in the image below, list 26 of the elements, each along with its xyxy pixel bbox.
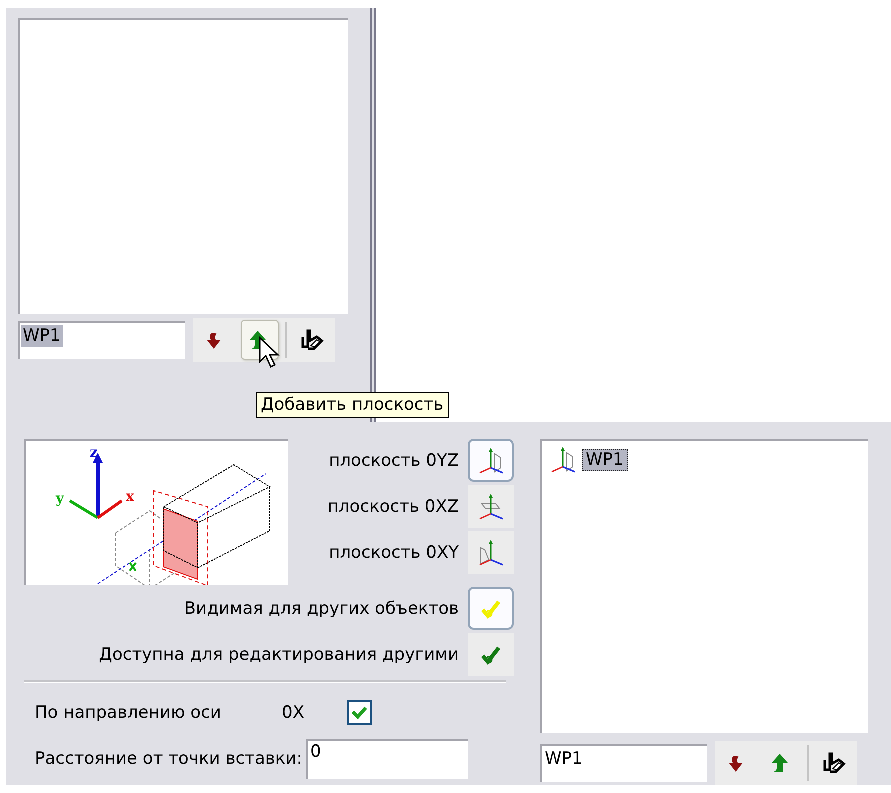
plane-label: плоскость 0YZ bbox=[329, 450, 459, 470]
option-label: Доступна для редактирования другими bbox=[99, 644, 459, 664]
cursor-icon bbox=[258, 336, 280, 370]
hand-eraser-icon bbox=[300, 329, 324, 351]
distance-field[interactable]: 0 bbox=[306, 739, 468, 779]
plane-button[interactable] bbox=[468, 439, 514, 482]
name-field[interactable]: WP1 bbox=[18, 321, 185, 359]
checkbox[interactable] bbox=[347, 700, 372, 725]
plane-label: плоскость 0XY bbox=[329, 542, 459, 562]
checkmark-icon bbox=[352, 706, 367, 719]
plane-button[interactable] bbox=[468, 531, 514, 574]
axis-label: 0X bbox=[282, 702, 306, 722]
hand-eraser-icon bbox=[822, 752, 846, 774]
list-box[interactable]: WP1 bbox=[540, 439, 868, 733]
distance-label: Расстояние от точки вставки: bbox=[35, 749, 302, 769]
list-item[interactable]: WP1 bbox=[582, 449, 628, 471]
axis-label: x bbox=[126, 489, 134, 505]
axis-label: y bbox=[56, 491, 64, 507]
plane-button[interactable] bbox=[468, 485, 514, 528]
option-label: Видимая для других объектов bbox=[184, 598, 459, 618]
toggle-button[interactable] bbox=[468, 587, 514, 630]
plane-label: плоскость 0XZ bbox=[328, 496, 459, 516]
name-field[interactable]: WP1 bbox=[540, 744, 707, 782]
direction-label: По направлению оси bbox=[35, 702, 222, 722]
toggle-button[interactable] bbox=[468, 633, 514, 676]
tooltip: Добавить плоскость bbox=[256, 392, 449, 418]
